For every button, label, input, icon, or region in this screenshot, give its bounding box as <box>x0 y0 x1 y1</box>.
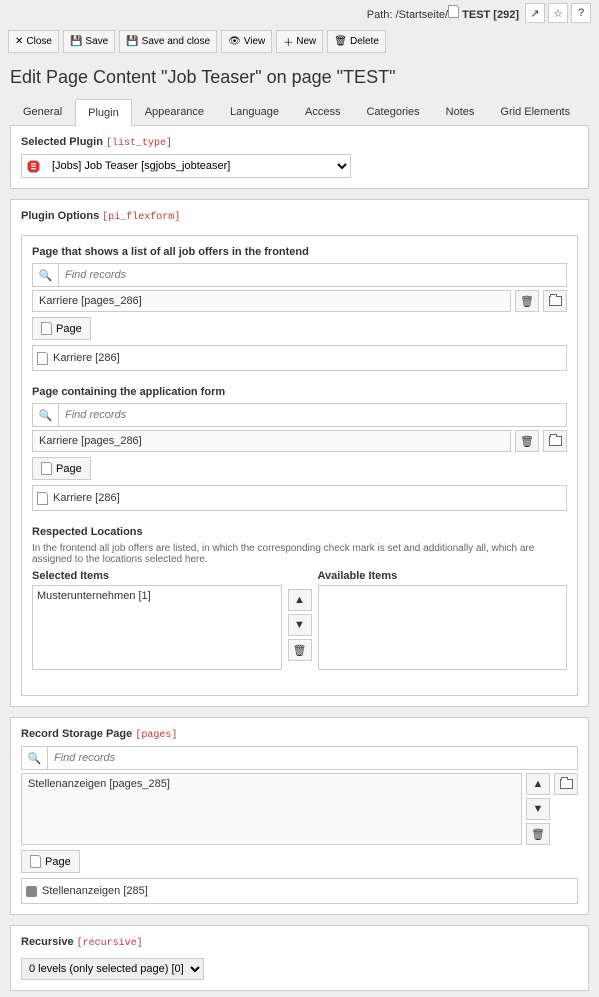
page-item[interactable]: Karriere [286] <box>32 485 567 511</box>
search-input[interactable] <box>58 263 567 287</box>
storage-item[interactable]: Stellenanzeigen [285] <box>21 878 578 904</box>
database-icon <box>26 886 37 897</box>
tab-general[interactable]: General <box>10 98 75 125</box>
save-close-button[interactable]: 💾Save and close <box>119 30 217 53</box>
save-icon: 💾 <box>70 36 82 47</box>
storage-page-label: Record Storage Page [pages] <box>21 728 578 741</box>
folder-icon <box>560 779 573 789</box>
storage-entry[interactable]: Stellenanzeigen [pages_285] <box>21 773 522 845</box>
tab-notes[interactable]: Notes <box>433 98 488 125</box>
plugin-options-label: Plugin Options [pi_flexform] <box>21 210 578 223</box>
tab-appearance[interactable]: Appearance <box>132 98 217 125</box>
bookmark-icon[interactable]: ☆ <box>548 3 568 23</box>
folder-icon <box>549 436 562 446</box>
page-icon <box>448 5 459 18</box>
page-button[interactable]: Page <box>21 850 80 873</box>
selected-plugin-label: Selected Plugin [list_type] <box>21 136 578 149</box>
search-icon: 🔍 <box>21 746 47 770</box>
plugin-icon <box>22 160 44 173</box>
tab-language[interactable]: Language <box>217 98 292 125</box>
open-external-icon[interactable]: ↗ <box>525 3 545 23</box>
save-button[interactable]: 💾Save <box>63 30 115 53</box>
save-icon: 💾 <box>126 36 138 47</box>
available-items-list[interactable] <box>318 585 568 670</box>
trash-icon: 🗑 <box>334 36 347 47</box>
move-up-button[interactable]: ▲ <box>288 589 312 611</box>
plugin-dropdown[interactable]: [Jobs] Job Teaser [sgjobs_jobteaser] <box>44 155 350 177</box>
plugin-select[interactable]: [Jobs] Job Teaser [sgjobs_jobteaser] <box>21 154 351 178</box>
page-icon <box>41 462 52 475</box>
selected-items-list[interactable]: Musterunternehmen [1] <box>32 585 282 670</box>
page-title: Edit Page Content "Job Teaser" on page "… <box>10 67 589 88</box>
plus-icon: ＋ <box>283 34 293 49</box>
new-button[interactable]: ＋New <box>276 30 323 53</box>
delete-button[interactable]: 🗑Delete <box>327 30 386 53</box>
recursive-select[interactable]: 0 levels (only selected page) [0] <box>21 958 204 980</box>
remove-item-button[interactable]: 🗑 <box>288 639 312 661</box>
browse-button[interactable] <box>554 773 578 795</box>
tab-plugin[interactable]: Plugin <box>75 99 132 126</box>
page-icon <box>37 492 48 505</box>
move-down-button[interactable]: ▼ <box>526 798 550 820</box>
field-respected-locations: Respected Locations In the frontend all … <box>32 526 567 670</box>
recursive-label: Recursive [recursive] <box>21 936 578 949</box>
page-button[interactable]: Page <box>32 457 91 480</box>
tab-bar: General Plugin Appearance Language Acces… <box>10 98 589 126</box>
page-icon <box>41 322 52 335</box>
help-icon[interactable]: ? <box>571 3 591 23</box>
search-input[interactable] <box>58 403 567 427</box>
close-icon: ✕ <box>15 36 23 47</box>
field-application-form-page: Page containing the application form 🔍 K… <box>32 386 567 511</box>
search-icon: 🔍 <box>32 263 58 287</box>
tab-categories[interactable]: Categories <box>353 98 432 125</box>
tab-grid-elements[interactable]: Grid Elements <box>487 98 583 125</box>
selected-page-entry[interactable]: Karriere [pages_286] <box>32 430 511 452</box>
close-button[interactable]: ✕Close <box>8 30 59 53</box>
breadcrumb-path: Path: /Startseite/ TEST [292] <box>367 5 519 21</box>
selected-page-entry[interactable]: Karriere [pages_286] <box>32 290 511 312</box>
remove-button[interactable]: 🗑 <box>515 290 539 312</box>
tab-access[interactable]: Access <box>292 98 353 125</box>
page-icon <box>30 855 41 868</box>
browse-button[interactable] <box>543 290 567 312</box>
folder-icon <box>549 296 562 306</box>
action-toolbar: ✕Close 💾Save 💾Save and close 👁View ＋New … <box>0 26 599 57</box>
field-job-list-page: Page that shows a list of all job offers… <box>32 246 567 371</box>
view-button[interactable]: 👁View <box>221 30 272 53</box>
page-button[interactable]: Page <box>32 317 91 340</box>
page-item[interactable]: Karriere [286] <box>32 345 567 371</box>
remove-button[interactable]: 🗑 <box>515 430 539 452</box>
search-icon: 🔍 <box>32 403 58 427</box>
page-icon <box>37 352 48 365</box>
remove-button[interactable]: 🗑 <box>526 823 550 845</box>
search-input[interactable] <box>47 746 578 770</box>
eye-icon: 👁 <box>228 36 241 47</box>
browse-button[interactable] <box>543 430 567 452</box>
move-down-button[interactable]: ▼ <box>288 614 312 636</box>
move-up-button[interactable]: ▲ <box>526 773 550 795</box>
